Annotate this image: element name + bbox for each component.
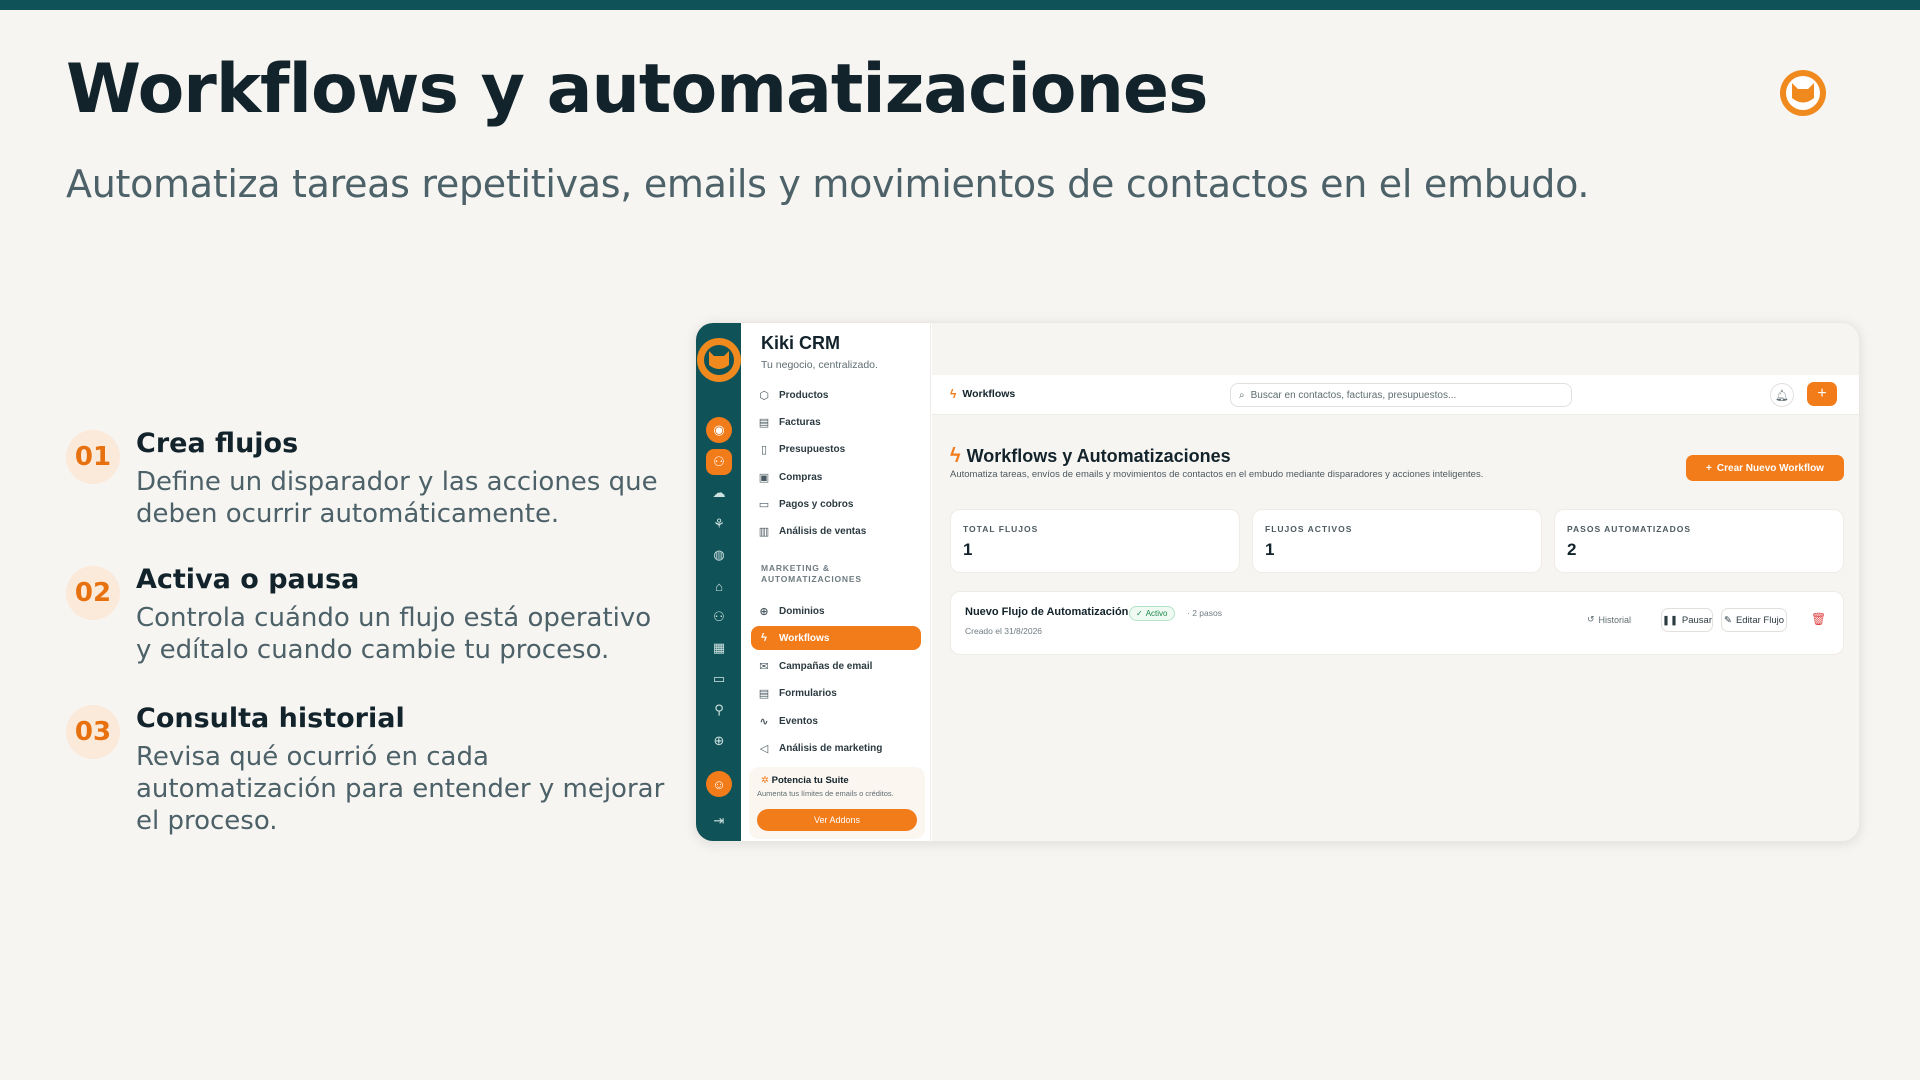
sidebar-item-dominios[interactable]: ⊕ Dominios bbox=[751, 599, 921, 623]
pulse-icon: ∿ bbox=[759, 715, 769, 728]
slide-title: Workflows y automatizaciones bbox=[66, 50, 1209, 129]
pause-button[interactable]: ❚❚ Pausar bbox=[1661, 608, 1713, 632]
stat-flujos-activos: FLUJOS ACTIVOS 1 bbox=[1252, 509, 1542, 573]
sidebar: Kiki CRM Tu negocio, centralizado. ⬡ Prod… bbox=[741, 323, 931, 841]
brand-logo-icon bbox=[1780, 70, 1826, 116]
search-icon: ⌕ bbox=[1239, 389, 1245, 401]
app-logo-icon bbox=[697, 338, 741, 382]
edit-workflow-button[interactable]: ✎ Editar Flujo bbox=[1721, 608, 1787, 632]
crm-screenshot: ◉ ⚇ ☁ ⚘ ◍ ⌂ ⚇ ▦ ▭ ⚲ ⊕ ☺ ⇥ Kiki CRM Tu ne… bbox=[695, 322, 1860, 842]
search-input[interactable]: ⌕ Buscar en contactos, facturas, presupue… bbox=[1230, 383, 1572, 407]
bell-icon[interactable]: 🔔︎ bbox=[1770, 383, 1794, 407]
file-icon: ▤ bbox=[758, 416, 770, 429]
pencil-icon: ✎ bbox=[1723, 614, 1732, 626]
sidebar-section-marketing: MARKETING & AUTOMATIZACIONES bbox=[761, 563, 862, 584]
history-icon: ↺ bbox=[1587, 614, 1595, 624]
step-number: 02 bbox=[66, 566, 120, 620]
step-title: Crea flujos bbox=[136, 428, 299, 459]
stat-value: 1 bbox=[963, 540, 973, 559]
app-tagline: Tu negocio, centralizado. bbox=[761, 359, 878, 371]
megaphone-icon: ◁ bbox=[759, 742, 769, 755]
avatar[interactable]: ☺ bbox=[706, 771, 732, 797]
workflow-name: Nuevo Flujo de Automatización bbox=[965, 606, 1129, 618]
check-circle-icon: ✓ bbox=[1136, 609, 1143, 618]
form-icon: ▤ bbox=[758, 687, 770, 700]
promo-card: ✲ Potencia tu Suite Aumenta tus límites … bbox=[749, 767, 925, 839]
app-name: Kiki CRM bbox=[761, 333, 841, 353]
bolt-icon: ϟ bbox=[950, 445, 961, 467]
sidebar-item-compras[interactable]: ▣ Compras bbox=[751, 465, 921, 489]
sidebar-item-presupuestos[interactable]: ▯ Presupuestos bbox=[751, 437, 921, 461]
mail-icon: ✉ bbox=[759, 660, 769, 673]
page-title: ϟ Workflows y Automatizaciones bbox=[950, 445, 1231, 467]
plus-icon: + bbox=[1706, 462, 1712, 474]
promo-text: Aumenta tus límites de emails o créditos… bbox=[757, 789, 894, 798]
trash-icon[interactable]: 🗑︎ bbox=[1811, 612, 1826, 626]
workflow-steps-count: · 2 pasos bbox=[1187, 608, 1222, 618]
sidebar-item-analisis-ventas[interactable]: ▥ Análisis de ventas bbox=[751, 519, 921, 543]
step-description: Controla cuándo un flujo está operativo … bbox=[136, 603, 652, 665]
main-content: ϟ Workflows ⌕ Buscar en contactos, factura… bbox=[932, 323, 1859, 841]
addons-button[interactable]: Ver Addons bbox=[757, 809, 917, 831]
create-workflow-button[interactable]: + Crear Nuevo Workflow bbox=[1686, 455, 1844, 481]
sidebar-item-facturas[interactable]: ▤ Facturas bbox=[751, 410, 921, 434]
step-number: 03 bbox=[66, 705, 120, 759]
users-icon[interactable]: ⚇ bbox=[706, 604, 732, 630]
sidebar-item-eventos[interactable]: ∿ Eventos bbox=[751, 709, 921, 733]
workflow-card[interactable]: Nuevo Flujo de Automatización ✓ Activo · … bbox=[950, 591, 1844, 655]
top-accent-bar bbox=[0, 0, 1920, 10]
sidebar-item-formularios[interactable]: ▤ Formularios bbox=[751, 681, 921, 705]
calendar-icon: ▣ bbox=[758, 471, 770, 484]
bolt-icon: ϟ bbox=[761, 632, 767, 644]
sidebar-item-productos[interactable]: ⬡ Productos bbox=[751, 383, 921, 407]
promo-title: ✲ Potencia tu Suite bbox=[761, 775, 849, 786]
bolt-icon: ϟ bbox=[950, 387, 957, 401]
stat-total-flujos: TOTAL FLUJOS 1 bbox=[950, 509, 1240, 573]
slide-subtitle: Automatiza tareas repetitivas, emails y … bbox=[66, 162, 1590, 206]
document-icon: ▯ bbox=[760, 443, 768, 456]
sidebar-item-analisis-marketing[interactable]: ◁ Análisis de marketing bbox=[751, 736, 921, 760]
workflow-created-date: Creado el 31/8/2026 bbox=[965, 626, 1043, 636]
step-description: Define un disparador y las acciones que … bbox=[136, 467, 658, 529]
page-description: Automatiza tareas, envíos de emails y mo… bbox=[950, 469, 1484, 480]
stat-value: 1 bbox=[1265, 540, 1275, 559]
step-title: Activa o pausa bbox=[136, 564, 360, 595]
globe-icon: ⊕ bbox=[759, 605, 769, 618]
step-title: Consulta historial bbox=[136, 703, 405, 734]
support-icon[interactable]: ⊕ bbox=[706, 728, 732, 754]
contacts-icon[interactable]: ⚇ bbox=[706, 449, 732, 475]
user-settings-icon[interactable]: ⚲ bbox=[706, 697, 732, 723]
stat-value: 2 bbox=[1567, 540, 1577, 559]
stat-label: TOTAL FLUJOS bbox=[963, 524, 1039, 534]
quick-add-button[interactable]: + bbox=[1807, 382, 1837, 406]
card-icon[interactable]: ▭ bbox=[706, 666, 732, 692]
breadcrumb: ϟ Workflows bbox=[950, 387, 1016, 401]
stat-label: FLUJOS ACTIVOS bbox=[1265, 524, 1353, 534]
chart-icon: ▥ bbox=[758, 525, 770, 538]
history-button[interactable]: ↺ Historial bbox=[1587, 614, 1631, 625]
logout-icon[interactable]: ⇥ bbox=[706, 808, 732, 834]
stat-pasos-automatizados: PASOS AUTOMATIZADOS 2 bbox=[1554, 509, 1844, 573]
cloud-icon[interactable]: ☁ bbox=[706, 480, 732, 506]
palette-icon[interactable]: ◍ bbox=[706, 542, 732, 568]
network-icon[interactable]: ⚘ bbox=[706, 511, 732, 537]
top-bar: ϟ Workflows ⌕ Buscar en contactos, factura… bbox=[932, 375, 1859, 415]
crm-module-icon[interactable]: ◉ bbox=[706, 417, 732, 443]
sparkle-icon: ✲ bbox=[761, 775, 772, 786]
pause-icon: ❚❚ bbox=[1661, 614, 1678, 626]
sidebar-item-campanas[interactable]: ✉ Campañas de email bbox=[751, 654, 921, 678]
sidebar-item-pagos[interactable]: ▭ Pagos y cobros bbox=[751, 492, 921, 516]
stat-label: PASOS AUTOMATIZADOS bbox=[1567, 524, 1691, 534]
card-icon: ▭ bbox=[758, 498, 770, 511]
apps-icon[interactable]: ▦ bbox=[706, 635, 732, 661]
icon-rail: ◉ ⚇ ☁ ⚘ ◍ ⌂ ⚇ ▦ ▭ ⚲ ⊕ ☺ ⇥ bbox=[696, 323, 741, 841]
step-number: 01 bbox=[66, 430, 120, 484]
home-icon[interactable]: ⌂ bbox=[706, 573, 732, 599]
status-badge: ✓ Activo bbox=[1129, 606, 1175, 621]
sidebar-item-workflows[interactable]: ϟ Workflows bbox=[751, 626, 921, 650]
box-icon: ⬡ bbox=[759, 389, 769, 402]
step-description: Revisa qué ocurrió en cada automatizació… bbox=[136, 742, 665, 836]
